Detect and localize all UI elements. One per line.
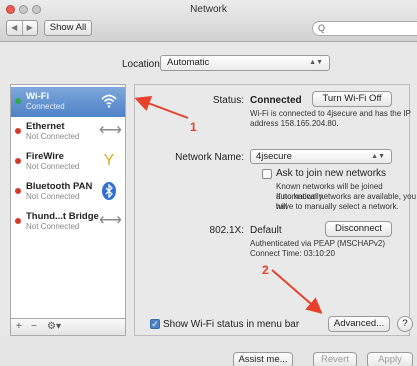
service-name: FireWire: [26, 151, 64, 162]
show-all-button[interactable]: Show All: [44, 20, 92, 36]
ask-join-label: Ask to join new networks: [276, 168, 387, 179]
bluetooth-icon: [99, 181, 119, 201]
service-status: Not Connected: [26, 132, 80, 141]
service-item-firewire[interactable]: FireWire Not Connected Y: [11, 147, 125, 177]
disconnect-button[interactable]: Disconnect: [325, 221, 392, 237]
remove-service-button[interactable]: −: [31, 321, 37, 332]
apply-button[interactable]: Apply: [367, 352, 413, 366]
ask-join-description-line3: have to manually select a network.: [276, 202, 399, 211]
annotation-step-1: 1: [190, 120, 197, 134]
firewire-icon: Y: [103, 152, 115, 169]
service-status: Not Connected: [26, 192, 80, 201]
service-name: Wi-Fi: [26, 91, 50, 102]
network-name-label: Network Name:: [175, 152, 244, 163]
ask-join-checkbox[interactable]: [262, 169, 272, 179]
search-input[interactable]: Q: [312, 21, 417, 36]
service-status: Connected: [26, 102, 65, 111]
status-label: Status:: [212, 95, 244, 106]
chevron-updown-icon: ▲▼: [309, 59, 323, 66]
chevron-updown-icon: ▲▼: [371, 153, 385, 160]
service-status: Not Connected: [26, 162, 80, 171]
window-title: Network: [190, 4, 227, 15]
ethernet-icon: ⟷: [99, 122, 122, 139]
location-value: Automatic: [167, 57, 210, 68]
connect-time: Connect Time: 03:10:20: [250, 249, 335, 258]
status-dot: [15, 188, 21, 194]
back-forward-control: ◀ ▶: [6, 20, 38, 36]
service-item-ethernet[interactable]: Ethernet Not Connected ⟷: [11, 117, 125, 147]
location-select[interactable]: Automatic ▲▼: [160, 55, 330, 71]
status-value: Connected: [250, 95, 302, 106]
status-dot: [15, 158, 21, 164]
status-dot: [15, 98, 21, 104]
back-icon[interactable]: ◀: [7, 21, 22, 35]
forward-icon[interactable]: ▶: [21, 21, 38, 35]
network-name-select[interactable]: 4jsecure ▲▼: [250, 149, 392, 164]
service-item-thunderbolt-bridge[interactable]: Thund...t Bridge Not Connected ⟷: [11, 207, 125, 237]
turn-wifi-off-button[interactable]: Turn Wi-Fi Off: [312, 91, 392, 107]
add-service-button[interactable]: +: [16, 321, 22, 332]
status-description-line2: address 158.165.204.80.: [250, 119, 339, 128]
service-status: Not Connected: [26, 222, 80, 231]
service-list-controls: + − ⚙▾: [10, 318, 126, 336]
assist-me-button[interactable]: Assist me...: [233, 352, 293, 366]
service-item-bluetooth[interactable]: Bluetooth PAN Not Connected: [11, 177, 125, 207]
service-item-wifi[interactable]: Wi-Fi Connected: [11, 87, 125, 117]
dot1x-value: Default: [250, 225, 282, 236]
search-icon: Q: [318, 23, 326, 33]
status-dot: [15, 218, 21, 224]
window-titlebar: Network ◀ ▶ Show All Q: [0, 0, 417, 42]
annotation-step-2: 2: [262, 263, 269, 277]
service-list: Wi-Fi Connected Ethernet Not Connected ⟷…: [10, 84, 126, 326]
status-dot: [15, 128, 21, 134]
service-name: Thund...t Bridge: [26, 211, 99, 222]
gear-menu-icon[interactable]: ⚙▾: [47, 321, 61, 332]
help-button[interactable]: ?: [397, 316, 413, 332]
revert-button[interactable]: Revert: [313, 352, 357, 366]
show-wifi-status-label: Show Wi-Fi status in menu bar: [163, 319, 300, 330]
status-description-line1: Wi-Fi is connected to 4jsecure and has t…: [250, 109, 411, 118]
auth-description: Authenticated via PEAP (MSCHAPv2): [250, 239, 386, 248]
show-wifi-status-checkbox[interactable]: ✓: [150, 319, 160, 329]
network-name-value: 4jsecure: [256, 151, 292, 162]
advanced-button[interactable]: Advanced...: [328, 316, 390, 332]
service-name: Ethernet: [26, 121, 65, 132]
wifi-icon: [99, 91, 119, 111]
service-name: Bluetooth PAN: [26, 181, 93, 192]
location-label: Location:: [122, 59, 163, 70]
thunderbolt-icon: ⟷: [99, 212, 122, 229]
dot1x-label: 802.1X:: [209, 225, 244, 236]
